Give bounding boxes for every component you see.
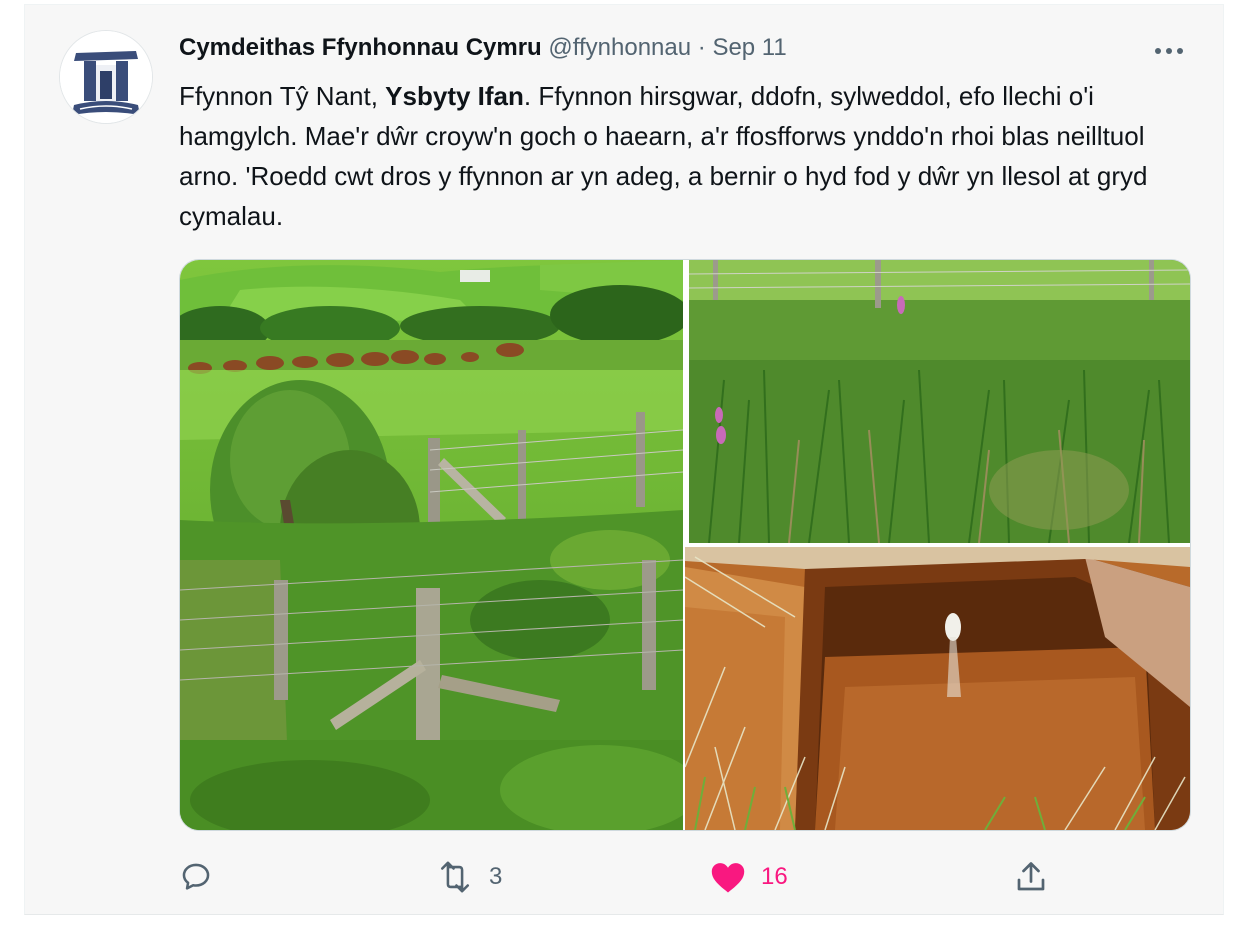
photo-long-grass[interactable] [689,260,1190,543]
more-options-button[interactable] [1151,36,1187,66]
tweet-date[interactable]: Sep 11 [712,34,786,61]
tweet-actions: 3 16 [179,852,1059,902]
tweet-text-part1: Ffynnon Tŷ Nant, [179,81,386,111]
author-handle[interactable]: @ffynhonnau [548,34,691,61]
tweet-text-bold: Ysbyty Ifan [385,81,524,111]
heart-icon [711,863,745,893]
reply-icon [182,863,210,890]
tweet-text: Ffynnon Tŷ Nant, Ysbyty Ifan. Ffynnon hi… [179,76,1209,236]
like-count: 16 [761,863,788,890]
avatar[interactable] [59,30,153,124]
more-icon [1155,48,1183,54]
tweet-card[interactable]: Cymdeithas Ffynhonnau Cymru @ffynhonnau … [24,4,1224,915]
media-grid [179,259,1191,831]
tweet-header: Cymdeithas Ffynhonnau Cymru @ffynhonnau … [179,34,787,68]
share-button[interactable] [1013,852,1049,902]
divider [25,4,1223,5]
separator-dot: · [697,34,706,61]
photo-iron-well[interactable] [685,547,1190,830]
author-name[interactable]: Cymdeithas Ffynhonnau Cymru [179,34,542,61]
retweet-count: 3 [489,863,503,890]
retweet-button[interactable]: 3 [435,852,502,902]
share-icon [1017,862,1045,891]
reply-button[interactable] [179,852,213,902]
retweet-icon [440,861,470,893]
photo-cattle-field[interactable] [180,260,683,830]
like-button[interactable]: 16 [709,852,788,902]
